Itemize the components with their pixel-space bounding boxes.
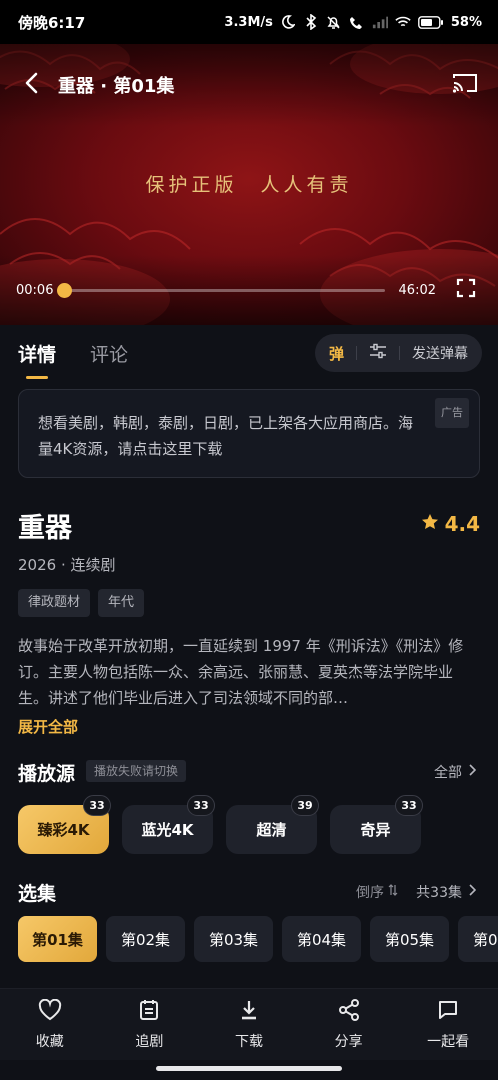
heart-icon — [38, 998, 62, 1025]
danmaku-bar: 弹 发送弹幕 — [314, 334, 482, 372]
rating: 4.4 — [421, 512, 480, 536]
source-option[interactable]: 奇异 33 — [330, 795, 423, 854]
battery-icon — [417, 14, 444, 30]
source-label: 蓝光4K — [141, 821, 194, 839]
player-top-bar: 重器 · 第01集 — [0, 44, 498, 126]
show-tags: 律政题材 年代 — [18, 589, 145, 617]
episode-button[interactable]: 第05集 — [370, 916, 449, 962]
source-hint: 播放失败请切换 — [86, 760, 187, 782]
episodes-total: 共33集 — [416, 885, 462, 901]
episode-count-badge: 33 — [83, 795, 111, 816]
video-player[interactable]: 重器 · 第01集 保护正版 人人有责 00:06 46:02 — [0, 44, 498, 325]
bluetooth-icon — [303, 14, 319, 30]
sort-label: 倒序 — [356, 885, 384, 901]
download-label: 下载 — [234, 1033, 263, 1050]
chevron-right-icon — [468, 884, 477, 900]
ad-tag: 广告 — [435, 398, 469, 428]
episode-button[interactable]: 第04集 — [282, 916, 361, 962]
signal-icon — [372, 14, 388, 30]
episodes-all-button[interactable]: 共33集 — [416, 882, 477, 902]
episodes-title: 选集 — [18, 883, 57, 905]
episode-count-badge: 33 — [395, 795, 423, 816]
sources-title: 播放源 — [18, 763, 76, 785]
star-icon — [421, 512, 439, 536]
ad-banner[interactable]: 想看美剧，韩剧，泰剧，日剧，已上架各大应用商店。海量4K资源，请点击这里下载 广… — [18, 389, 480, 478]
favorite-button[interactable]: 收藏 — [0, 989, 100, 1060]
home-indicator[interactable] — [156, 1066, 342, 1071]
episode-button[interactable]: 第06集 — [458, 916, 498, 962]
net-speed: 3.3M/s — [224, 14, 273, 30]
copyright-watermark: 保护正版 人人有责 — [145, 174, 353, 196]
phone-icon — [349, 14, 365, 30]
favorite-label: 收藏 — [35, 1033, 64, 1050]
episode-count-badge: 39 — [291, 795, 319, 816]
download-button[interactable]: 下载 — [199, 989, 299, 1060]
moon-icon — [280, 14, 296, 30]
share-button[interactable]: 分享 — [299, 989, 399, 1060]
fullscreen-icon[interactable] — [456, 278, 476, 302]
source-option[interactable]: 超清 39 — [226, 795, 319, 854]
divider — [399, 346, 400, 360]
source-label: 奇异 — [360, 821, 391, 839]
sort-icon — [388, 884, 398, 900]
progress-track[interactable] — [57, 282, 385, 298]
episode-button[interactable]: 第03集 — [194, 916, 273, 962]
status-bar: 傍晚6:17 3.3M/s 58% — [0, 0, 498, 44]
synopsis: 故事始于改革开放初期，一直延续到 1997 年《刑诉法》《刑法》修订。主要人物包… — [18, 637, 464, 707]
divider — [356, 346, 357, 360]
current-time: 00:06 — [16, 282, 54, 298]
total-time: 46:02 — [398, 282, 436, 298]
show-title: 重器 — [18, 513, 72, 544]
wifi-icon — [395, 14, 411, 30]
source-label: 超清 — [256, 821, 287, 839]
sort-toggle[interactable]: 倒序 — [356, 882, 398, 902]
progress-knob[interactable] — [57, 282, 73, 298]
tag-chip[interactable]: 年代 — [98, 589, 145, 617]
share-icon — [338, 998, 360, 1025]
status-icons: 3.3M/s 58% — [224, 14, 482, 30]
download-icon — [239, 999, 259, 1025]
watch-together-label: 一起看 — [427, 1033, 470, 1050]
source-list: 臻彩4K 33 蓝光4K 33 超清 39 奇异 33 — [18, 795, 423, 854]
episode-button[interactable]: 第02集 — [106, 916, 185, 962]
source-label: 臻彩4K — [37, 821, 90, 839]
sources-more-button[interactable]: 全部 — [434, 762, 477, 782]
tab-comments[interactable]: 评论 — [90, 340, 128, 367]
follow-button[interactable]: 追剧 — [100, 989, 200, 1060]
show-meta: 2026 · 连续剧 — [18, 556, 116, 574]
sources-more-label: 全部 — [434, 765, 462, 781]
player-title: 重器 · 第01集 — [58, 76, 175, 97]
source-option[interactable]: 蓝光4K 33 — [122, 795, 215, 854]
episode-count-badge: 33 — [187, 795, 215, 816]
rating-value: 4.4 — [444, 512, 480, 536]
bell-off-icon — [326, 14, 342, 30]
danmaku-settings-icon[interactable] — [369, 343, 387, 363]
share-label: 分享 — [334, 1033, 363, 1050]
back-arrow-icon[interactable] — [24, 72, 38, 98]
source-option[interactable]: 臻彩4K 33 — [18, 795, 111, 854]
expand-all-link[interactable]: 展开全部 — [18, 716, 78, 737]
chevron-right-icon — [468, 764, 477, 780]
ad-text: 想看美剧，韩剧，泰剧，日剧，已上架各大应用商店。海量4K资源，请点击这里下载 — [38, 414, 414, 458]
player-controls: 00:06 46:02 — [0, 255, 498, 325]
list-icon — [139, 999, 159, 1025]
tag-chip[interactable]: 律政题材 — [18, 589, 91, 617]
tab-details[interactable]: 详情 — [18, 340, 56, 379]
detail-tabs-row: 详情 评论 弹 发送弹幕 — [0, 325, 498, 381]
episode-list: 第01集 第02集 第03集 第04集 第05集 第06集 — [18, 916, 498, 962]
battery-level: 58% — [450, 14, 482, 30]
send-danmaku-button[interactable]: 发送弹幕 — [412, 343, 468, 363]
cast-icon[interactable] — [452, 72, 478, 98]
episode-button[interactable]: 第01集 — [18, 916, 97, 962]
bottom-action-bar: 收藏 追剧 下载 分享 一起看 — [0, 988, 498, 1060]
watch-together-button[interactable]: 一起看 — [398, 989, 498, 1060]
follow-label: 追剧 — [135, 1033, 164, 1050]
danmaku-toggle[interactable]: 弹 — [329, 343, 344, 364]
status-time: 傍晚6:17 — [18, 13, 86, 32]
chat-icon — [437, 999, 459, 1025]
